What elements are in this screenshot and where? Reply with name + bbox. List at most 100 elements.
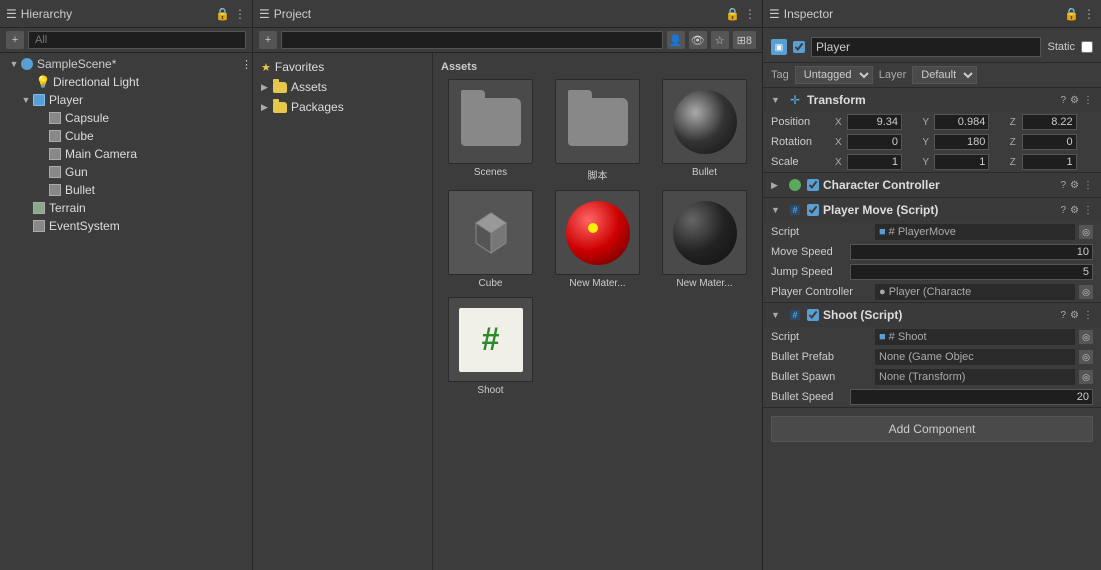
transform-section-header[interactable]: ▼ ✛ Transform ? ⚙ ⋮ [763, 88, 1101, 112]
player-item[interactable]: ▼ Player [0, 91, 252, 109]
scene-icon [20, 57, 34, 71]
new-material-dark-item[interactable]: New Mater... [655, 190, 754, 289]
player-move-header[interactable]: ▼ # Player Move (Script) ? ⚙ ⋮ [763, 198, 1101, 222]
cube-tree-icon [48, 129, 62, 143]
shoot-asset-label: Shoot [477, 385, 503, 396]
scale-y-label: Y [922, 157, 932, 168]
shoot-script-select-btn[interactable]: ◎ [1079, 330, 1093, 344]
transform-settings-icon[interactable]: ⚙ [1070, 95, 1079, 106]
transform-arrow-icon: ▼ [771, 95, 783, 105]
scripts-asset-item[interactable]: 脚本 [548, 79, 647, 182]
assets-grid: Assets Scenes 脚本 [433, 53, 762, 570]
shoot-checkbox[interactable] [807, 309, 819, 321]
object-name-input[interactable] [811, 37, 1041, 57]
eventsystem-item[interactable]: EventSystem [0, 217, 252, 235]
char-ctrl-checkbox[interactable] [807, 179, 819, 191]
add-hierarchy-button[interactable]: + [6, 31, 24, 49]
static-checkbox[interactable] [1081, 41, 1093, 53]
bullet-prefab-select-btn[interactable]: ◎ [1079, 350, 1093, 364]
scale-z-field: Z [1010, 154, 1093, 170]
favorites-folder-item[interactable]: ★ Favorites [253, 57, 432, 77]
rotation-z-input[interactable] [1022, 134, 1077, 150]
project-user-icon-button[interactable]: 👤 [667, 31, 685, 49]
scenes-asset-item[interactable]: Scenes [441, 79, 540, 182]
rotation-x-input[interactable] [847, 134, 902, 150]
player-move-section-buttons: ? ⚙ ⋮ [1060, 205, 1093, 216]
position-x-input[interactable] [847, 114, 902, 130]
player-controller-select-btn[interactable]: ◎ [1079, 285, 1093, 299]
hierarchy-search-input[interactable] [28, 31, 246, 49]
character-controller-header[interactable]: ▶ Character Controller ? ⚙ ⋮ [763, 173, 1101, 197]
project-panel: ☰ Project 🔒 ⋮ + 👤 👁 ☆ ⊞8 ★ Favorites [253, 0, 763, 570]
transform-section: ▼ ✛ Transform ? ⚙ ⋮ Position X [763, 88, 1101, 173]
shoot-asset-item[interactable]: # Shoot [441, 297, 540, 396]
shoot-header[interactable]: ▼ # Shoot (Script) ? ⚙ ⋮ [763, 303, 1101, 327]
position-z-input[interactable] [1022, 114, 1077, 130]
bullet-label: Bullet [65, 183, 95, 197]
char-ctrl-settings-icon[interactable]: ⚙ [1070, 180, 1079, 191]
player-move-script-select-btn[interactable]: ◎ [1079, 225, 1093, 239]
scale-z-input[interactable] [1022, 154, 1077, 170]
bullet-speed-input[interactable] [850, 389, 1093, 405]
add-component-button[interactable]: Add Component [771, 416, 1093, 442]
shoot-settings-icon[interactable]: ⚙ [1070, 310, 1079, 321]
bullet-asset-label: Bullet [692, 167, 717, 178]
player-move-settings-icon[interactable]: ⚙ [1070, 205, 1079, 216]
assets-folder-item[interactable]: ▶ Assets [253, 77, 432, 97]
move-speed-input[interactable] [850, 244, 1093, 260]
project-star-button[interactable]: ☆ [711, 31, 729, 49]
new-material-red-item[interactable]: New Mater... [548, 190, 647, 289]
scale-y-input[interactable] [934, 154, 989, 170]
shoot-section: ▼ # Shoot (Script) ? ⚙ ⋮ Script ■ [763, 303, 1101, 408]
transform-help-icon[interactable]: ? [1060, 95, 1066, 106]
bullet-item[interactable]: Bullet [0, 181, 252, 199]
capsule-icon [48, 111, 62, 125]
directional-light-item[interactable]: 💡 Directional Light [0, 73, 252, 91]
player-move-more-icon[interactable]: ⋮ [1083, 205, 1093, 216]
project-sidebar: ★ Favorites ▶ Assets ▶ Packages [253, 53, 433, 570]
shoot-help-icon[interactable]: ? [1060, 310, 1066, 321]
jump-speed-input[interactable] [850, 264, 1093, 280]
transform-more-icon[interactable]: ⋮ [1083, 95, 1093, 106]
tag-select[interactable]: Untagged [795, 66, 873, 84]
character-controller-section: ▶ Character Controller ? ⚙ ⋮ [763, 173, 1101, 198]
hierarchy-title-label: Hierarchy [21, 7, 72, 21]
rotation-y-input[interactable] [934, 134, 989, 150]
project-search-input[interactable] [281, 31, 663, 49]
main-camera-item[interactable]: Main Camera [0, 145, 252, 163]
shoot-more-icon[interactable]: ⋮ [1083, 310, 1093, 321]
project-content: ★ Favorites ▶ Assets ▶ Packages Assets [253, 53, 762, 570]
project-eye-button[interactable]: 👁 [689, 31, 707, 49]
add-project-button[interactable]: + [259, 31, 277, 49]
player-move-checkbox[interactable] [807, 204, 819, 216]
project-layers-button[interactable]: ⊞8 [733, 31, 756, 49]
layer-select[interactable]: Default [912, 66, 977, 84]
char-ctrl-more-icon[interactable]: ⋮ [1083, 180, 1093, 191]
bullet-spawn-select-btn[interactable]: ◎ [1079, 370, 1093, 384]
bullet-asset-item[interactable]: Bullet [655, 79, 754, 182]
hierarchy-panel: ☰ Hierarchy 🔒 ⋮ + ▼ SampleScene* ⋮ 💡 Dir… [0, 0, 253, 570]
packages-folder-item[interactable]: ▶ Packages [253, 97, 432, 117]
project-menu-icon: ☰ [259, 7, 270, 21]
scene-item[interactable]: ▼ SampleScene* ⋮ [0, 55, 252, 73]
terrain-item[interactable]: Terrain [0, 199, 252, 217]
transform-title: Transform [807, 93, 1056, 107]
object-active-checkbox[interactable] [793, 41, 805, 53]
scene-menu-icon[interactable]: ⋮ [241, 58, 252, 71]
position-y-input[interactable] [934, 114, 989, 130]
cube-asset-item[interactable]: Cube [441, 190, 540, 289]
scale-x-input[interactable] [847, 154, 902, 170]
player-move-help-icon[interactable]: ? [1060, 205, 1066, 216]
terrain-label: Terrain [49, 201, 86, 215]
gun-item[interactable]: Gun [0, 163, 252, 181]
capsule-item[interactable]: Capsule [0, 109, 252, 127]
bullet-prefab-value: None (Game Objec [875, 349, 1075, 365]
player-controller-text: ● Player (Characte [879, 286, 971, 298]
rotation-z-label: Z [1010, 137, 1020, 148]
cube-item[interactable]: Cube [0, 127, 252, 145]
rotation-x-label: X [835, 137, 845, 148]
player-move-script-label: Script [771, 226, 871, 238]
char-ctrl-help-icon[interactable]: ? [1060, 180, 1066, 191]
player-move-script-icon: # [787, 202, 803, 218]
shoot-arrow-icon: ▼ [771, 310, 783, 320]
